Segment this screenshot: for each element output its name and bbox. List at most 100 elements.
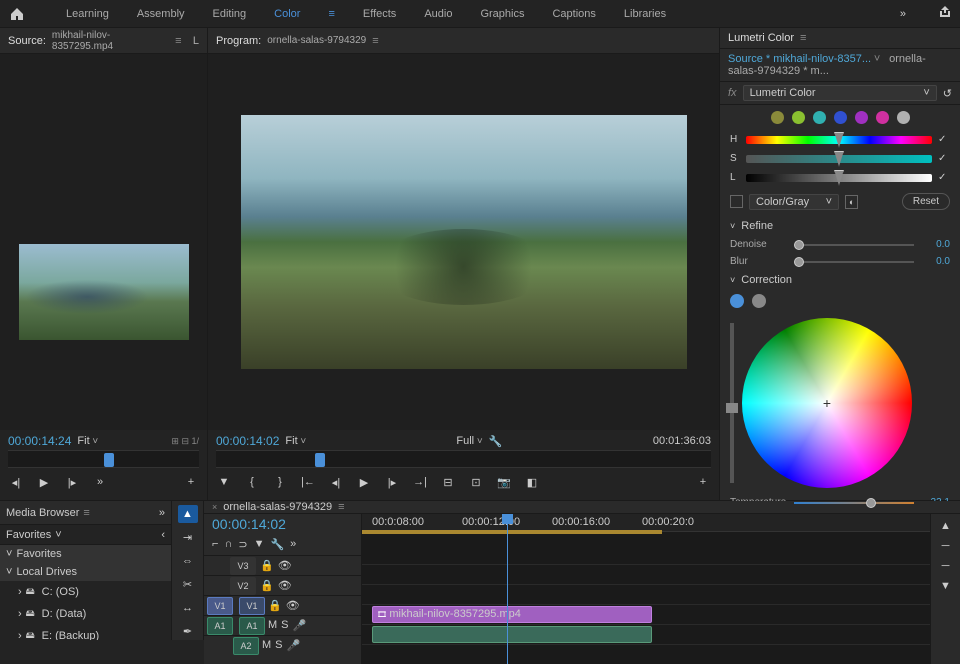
solo-button[interactable]: S (275, 639, 282, 652)
timeline-menu-icon[interactable]: ≡ (338, 501, 350, 513)
program-zoom-select[interactable]: Fit ˅ (285, 435, 306, 447)
eye-icon[interactable]: 👁 (278, 579, 292, 592)
favorites-select[interactable]: Favorites (6, 529, 51, 541)
shadows-icon[interactable] (730, 294, 744, 308)
source-timecode[interactable]: 00:00:14:24 (8, 434, 71, 448)
ripple-tool[interactable]: ⇔ (178, 552, 198, 570)
program-timecode[interactable]: 00:00:14:02 (216, 434, 279, 448)
tree-local-drives[interactable]: ˅Local Drives (0, 563, 171, 581)
src-target-v1[interactable]: V1 (207, 597, 233, 615)
add-button-icon[interactable]: + (695, 476, 711, 488)
tab-effects[interactable]: Effects (363, 8, 396, 20)
tab-audio[interactable]: Audio (424, 8, 452, 20)
export-frame-button[interactable]: 📷 (496, 474, 512, 490)
tab-color-menu-icon[interactable]: ≡ (328, 8, 334, 20)
tree-drive-c[interactable]: ›🖴C: (OS) (0, 581, 171, 603)
step-back-button[interactable]: ◂| (8, 474, 24, 490)
blur-value[interactable]: 0.0 (920, 256, 950, 267)
invert-icon[interactable]: ◐ (845, 195, 858, 209)
video-clip[interactable]: 🎞 mikhail-nilov-8357295.mp4 (372, 606, 652, 623)
source-scrubber[interactable] (8, 450, 199, 468)
overflow-icon[interactable]: » (900, 8, 906, 20)
mic-icon[interactable]: 🎤 (287, 639, 301, 652)
mark-out-button[interactable]: } (272, 474, 288, 490)
play-button[interactable]: ▶ (356, 474, 372, 490)
home-icon[interactable] (8, 5, 26, 23)
slip-tool[interactable]: ↔ (178, 599, 198, 617)
swatch-olive[interactable] (771, 111, 784, 124)
solo-button[interactable]: S (281, 619, 288, 632)
mark-in-button[interactable]: { (244, 474, 260, 490)
tree-drive-e[interactable]: ›🖴E: (Backup) (0, 625, 171, 640)
timeline-canvas[interactable]: 00:0:08:00 00:00:12:00 00:00:16:00 00:00… (362, 514, 930, 664)
in-out-range[interactable] (362, 530, 662, 534)
step-fwd-button[interactable]: |▸ (64, 474, 80, 490)
track-a1-label[interactable]: A1 (239, 617, 265, 635)
swatch-green[interactable] (792, 111, 805, 124)
tab-assembly[interactable]: Assembly (137, 8, 185, 20)
blur-slider[interactable] (794, 261, 914, 263)
eyedrop-l-icon[interactable]: ✓ (938, 172, 950, 183)
colorgray-select[interactable]: Color/Gray˅ (749, 194, 839, 210)
track-select-tool[interactable]: ⇥ (178, 529, 198, 547)
colorgray-checkbox[interactable] (730, 195, 743, 208)
tl-more-icon[interactable]: » (290, 538, 296, 551)
swatch-cyan[interactable] (813, 111, 826, 124)
program-scrubber[interactable] (216, 450, 711, 468)
lock-icon[interactable]: 🔒 (260, 559, 274, 572)
zoom-in-icon[interactable]: ▲ (940, 520, 951, 532)
step-back-button[interactable]: ◂| (328, 474, 344, 490)
razor-tool[interactable]: ✂ (178, 576, 198, 594)
sat-slider[interactable] (746, 155, 932, 163)
link-icon[interactable]: ⊃ (238, 538, 247, 551)
compare-button[interactable]: ◧ (524, 474, 540, 490)
lumetri-menu-icon[interactable]: ≡ (800, 32, 812, 44)
reset-button[interactable]: Reset (902, 193, 950, 210)
src-target-a1[interactable]: A1 (207, 617, 233, 635)
tl-settings-icon[interactable]: ─ (942, 540, 950, 552)
share-icon[interactable] (938, 5, 952, 22)
tree-drive-d[interactable]: ›🖴D: (Data) (0, 603, 171, 625)
correction-header[interactable]: ˅Correction (720, 270, 960, 290)
add-marker-button[interactable]: ▼ (216, 474, 232, 490)
mb-overflow-icon[interactable]: » (159, 507, 165, 519)
mute-button[interactable]: M (268, 619, 277, 632)
tab-learning[interactable]: Learning (66, 8, 109, 20)
light-slider[interactable] (746, 174, 932, 182)
tab-editing[interactable]: Editing (213, 8, 247, 20)
go-in-button[interactable]: |← (300, 474, 316, 490)
extract-button[interactable]: ⊡ (468, 474, 484, 490)
lift-button[interactable]: ⊟ (440, 474, 456, 490)
program-res-select[interactable]: Full ˅ (456, 435, 482, 447)
audio-clip[interactable] (372, 626, 652, 643)
source-zoom-select[interactable]: Fit ˅ (77, 435, 98, 447)
pen-tool[interactable]: ✒ (178, 623, 198, 641)
source-menu-icon[interactable]: ≡ (175, 35, 187, 47)
program-monitor[interactable] (241, 115, 687, 369)
track-v2-label[interactable]: V2 (230, 577, 256, 595)
luma-slider[interactable] (730, 323, 734, 483)
effect-select[interactable]: Lumetri Color˅ (743, 85, 937, 101)
marker-icon[interactable]: ▼ (254, 538, 265, 551)
zoom-out-icon[interactable]: ▼ (940, 580, 951, 592)
playhead[interactable] (507, 514, 508, 664)
mb-menu-icon[interactable]: ≡ (83, 507, 95, 519)
eyedrop-h-icon[interactable]: ✓ (938, 134, 950, 145)
tab-graphics[interactable]: Graphics (480, 8, 524, 20)
midtones-icon[interactable] (752, 294, 766, 308)
tab-libraries[interactable]: Libraries (624, 8, 666, 20)
eye-icon[interactable]: 👁 (278, 559, 292, 572)
snap-icon[interactable]: ⌐ (212, 538, 218, 551)
track-a2-label[interactable]: A2 (233, 637, 259, 655)
swatch-gray[interactable] (897, 111, 910, 124)
track-v1-label[interactable]: V1 (239, 597, 265, 615)
go-out-button[interactable]: →| (412, 474, 428, 490)
mb-nav-back-icon[interactable]: ‹ (161, 529, 165, 541)
swatch-magenta[interactable] (876, 111, 889, 124)
eye-icon[interactable]: 👁 (286, 599, 300, 612)
settings-icon[interactable]: 🔧 (270, 538, 284, 551)
denoise-slider[interactable] (794, 244, 914, 246)
step-fwd-button[interactable]: |▸ (384, 474, 400, 490)
source-monitor[interactable] (19, 244, 189, 340)
program-menu-icon[interactable]: ≡ (372, 35, 384, 47)
